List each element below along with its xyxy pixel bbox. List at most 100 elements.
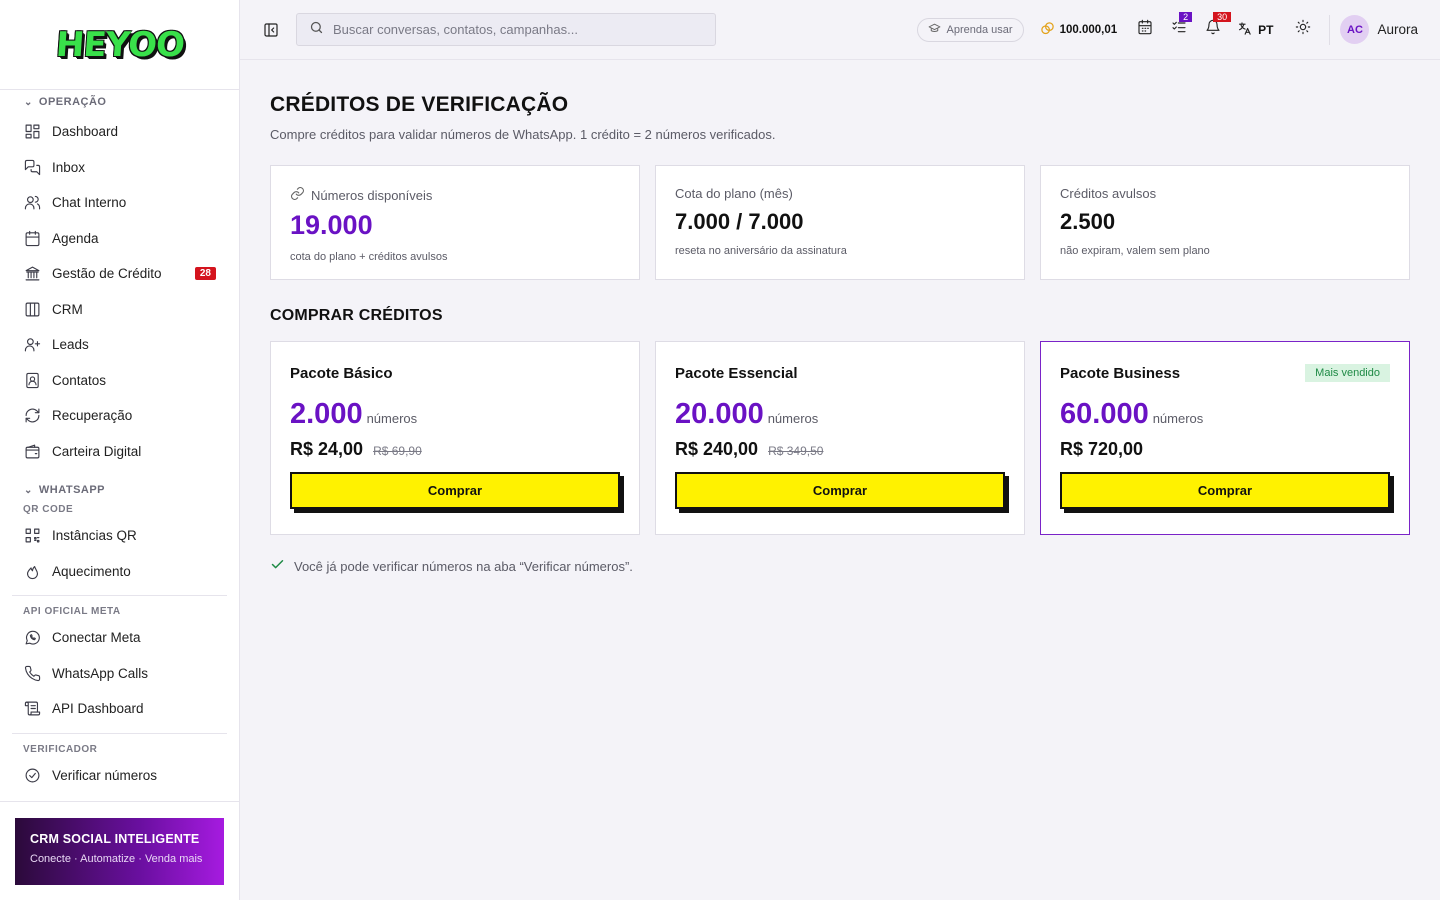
search-input[interactable] (333, 22, 703, 37)
refresh-icon (23, 407, 41, 425)
link-icon (290, 186, 305, 204)
pack-unit: números (366, 411, 418, 426)
learn-label: Aprenda usar (946, 23, 1013, 36)
sidebar-item-label: Instâncias QR (52, 528, 137, 544)
notifications-badge: 30 (1213, 11, 1232, 22)
price-old: R$ 349,50 (768, 444, 824, 458)
sidebar-item-crm[interactable]: CRM (12, 292, 227, 328)
sidebar-item-inbox[interactable]: Inbox (12, 150, 227, 186)
stat-card-available: Números disponíveis 19.000 cota do plano… (270, 165, 640, 280)
translate-icon (1237, 21, 1252, 39)
sidebar-item-label: Contatos (52, 372, 107, 388)
stat-label: Cota do plano (mês) (675, 186, 793, 201)
stat-note: não expiram, valem sem plano (1060, 245, 1210, 257)
main-content: CRÉDITOS DE VERIFICAÇÃO Compre créditos … (270, 60, 1410, 575)
sidebar-nav: ⌄ OPERAÇÃO Dashboard Inbox Chat Interno … (0, 90, 239, 802)
learn-button[interactable]: Aprenda usar (916, 17, 1024, 42)
users-icon (23, 194, 41, 212)
sidebar-item-chat-interno[interactable]: Chat Interno (12, 185, 227, 221)
stat-card-plan-quota: Cota do plano (mês) 7.000 / 7.000 reseta… (655, 165, 1025, 280)
stat-value: 19.000 (290, 210, 373, 240)
buy-button[interactable]: Comprar (675, 472, 1005, 509)
sidebar-item-label: Chat Interno (52, 195, 127, 211)
pack-number: 60.000 (1060, 398, 1149, 430)
sidebar-item-conectar-meta[interactable]: Conectar Meta (12, 620, 227, 656)
sidebar-item-carteira[interactable]: Carteira Digital (12, 434, 227, 470)
chevron-down-icon: ⌄ (24, 96, 33, 108)
sidebar-item-verificar-numeros[interactable]: Verificar números (12, 758, 227, 794)
check-icon (270, 557, 285, 575)
pack-card-business: Pacote Business Mais vendido 60.000 núme… (1040, 341, 1410, 535)
promo-subtitle: Conecte · Automatize · Venda mais (30, 853, 203, 865)
language-selector[interactable]: PT (1237, 21, 1273, 39)
sidebar-item-label: API Dashboard (52, 701, 144, 717)
check-circle-icon (23, 766, 41, 784)
chevron-down-icon: ⌄ (24, 484, 33, 496)
sidebar-item-leads[interactable]: Leads (12, 327, 227, 363)
section-operacao[interactable]: ⌄ OPERAÇÃO (12, 90, 227, 114)
page-subtitle: Compre créditos para validar números de … (270, 127, 776, 142)
username[interactable]: Aurora (1377, 22, 1418, 37)
stat-label: Créditos avulsos (1060, 186, 1157, 201)
sidebar-collapse-icon[interactable] (263, 22, 279, 38)
price-current: R$ 24,00 (290, 439, 364, 459)
divider (0, 801, 239, 802)
stat-value: 7.000 / 7.000 (675, 209, 804, 234)
wallet-icon (23, 442, 41, 460)
stat-value: 2.500 (1060, 209, 1116, 234)
sidebar-item-dashboard[interactable]: Dashboard (12, 114, 227, 150)
price-old: R$ 69,90 (373, 444, 422, 458)
pack-header: Pacote Essencial (675, 363, 1005, 383)
sidebar-item-aquecimento[interactable]: Aquecimento (12, 554, 227, 590)
theme-toggle[interactable] (1293, 19, 1313, 40)
subsection-verificador: VERIFICADOR (23, 743, 98, 755)
buy-button[interactable]: Comprar (290, 472, 620, 509)
checklist-icon (1171, 19, 1187, 40)
coin-balance[interactable]: 100.000,01 (1040, 21, 1117, 39)
sidebar-item-recuperacao[interactable]: Recuperação (12, 398, 227, 434)
divider (12, 732, 227, 734)
avatar[interactable]: AC (1340, 15, 1370, 44)
pack-number: 20.000 (675, 398, 764, 430)
sidebar-item-api-dashboard[interactable]: API Dashboard (12, 691, 227, 727)
notifications-button[interactable]: 30 (1203, 11, 1232, 40)
section-whatsapp[interactable]: ⌄ WHATSAPP (12, 478, 227, 502)
search-bar[interactable] (296, 13, 716, 46)
sidebar-item-label: Inbox (52, 159, 86, 175)
sidebar-item-whatsapp-calls[interactable]: WhatsApp Calls (12, 656, 227, 692)
bank-icon (23, 265, 41, 283)
sidebar-item-label: Recuperação (52, 408, 133, 424)
brand-logo[interactable]: HEYOO (54, 25, 185, 65)
calendar-icon (23, 229, 41, 247)
stat-label: Números disponíveis (290, 186, 620, 204)
sidebar-item-label: Dashboard (52, 124, 119, 140)
calendar-button[interactable] (1135, 19, 1155, 40)
tasks-button[interactable]: 2 (1169, 11, 1193, 40)
subsection-qr-code: QR CODE (23, 504, 74, 515)
tasks-badge: 2 (1179, 11, 1193, 22)
buy-button[interactable]: Comprar (1060, 472, 1390, 509)
sidebar-item-label: Carteira Digital (52, 443, 142, 459)
page-title: CRÉDITOS DE VERIFICAÇÃO (270, 93, 569, 116)
count-badge: 28 (194, 267, 216, 281)
sidebar-item-contatos[interactable]: Contatos (12, 363, 227, 399)
whatsapp-icon (23, 629, 41, 647)
pack-price: R$ 24,00 R$ 69,90 (290, 439, 620, 460)
sidebar-item-gestao-credito[interactable]: Gestão de Crédito 28 (12, 256, 227, 292)
graduation-cap-icon (928, 22, 941, 38)
sidebar-item-instancias-qr[interactable]: Instâncias QR (12, 518, 227, 554)
user-plus-icon (23, 336, 41, 354)
subsection-api-meta: API OFICIAL META (23, 606, 121, 617)
dashboard-icon (23, 123, 41, 141)
pack-header: Pacote Básico (290, 363, 620, 383)
promo-banner[interactable]: CRM SOCIAL INTELIGENTE Conecte · Automat… (15, 818, 224, 885)
section-label: OPERAÇÃO (38, 96, 107, 108)
scroll-icon (23, 700, 41, 718)
contact-card-icon (23, 371, 41, 389)
divider (1329, 14, 1331, 45)
pack-header: Pacote Business Mais vendido (1060, 363, 1390, 383)
columns-icon (23, 300, 41, 318)
stats-row: Números disponíveis 19.000 cota do plano… (270, 165, 1410, 280)
sidebar-item-agenda[interactable]: Agenda (12, 221, 227, 257)
sidebar-item-label: WhatsApp Calls (52, 665, 149, 681)
